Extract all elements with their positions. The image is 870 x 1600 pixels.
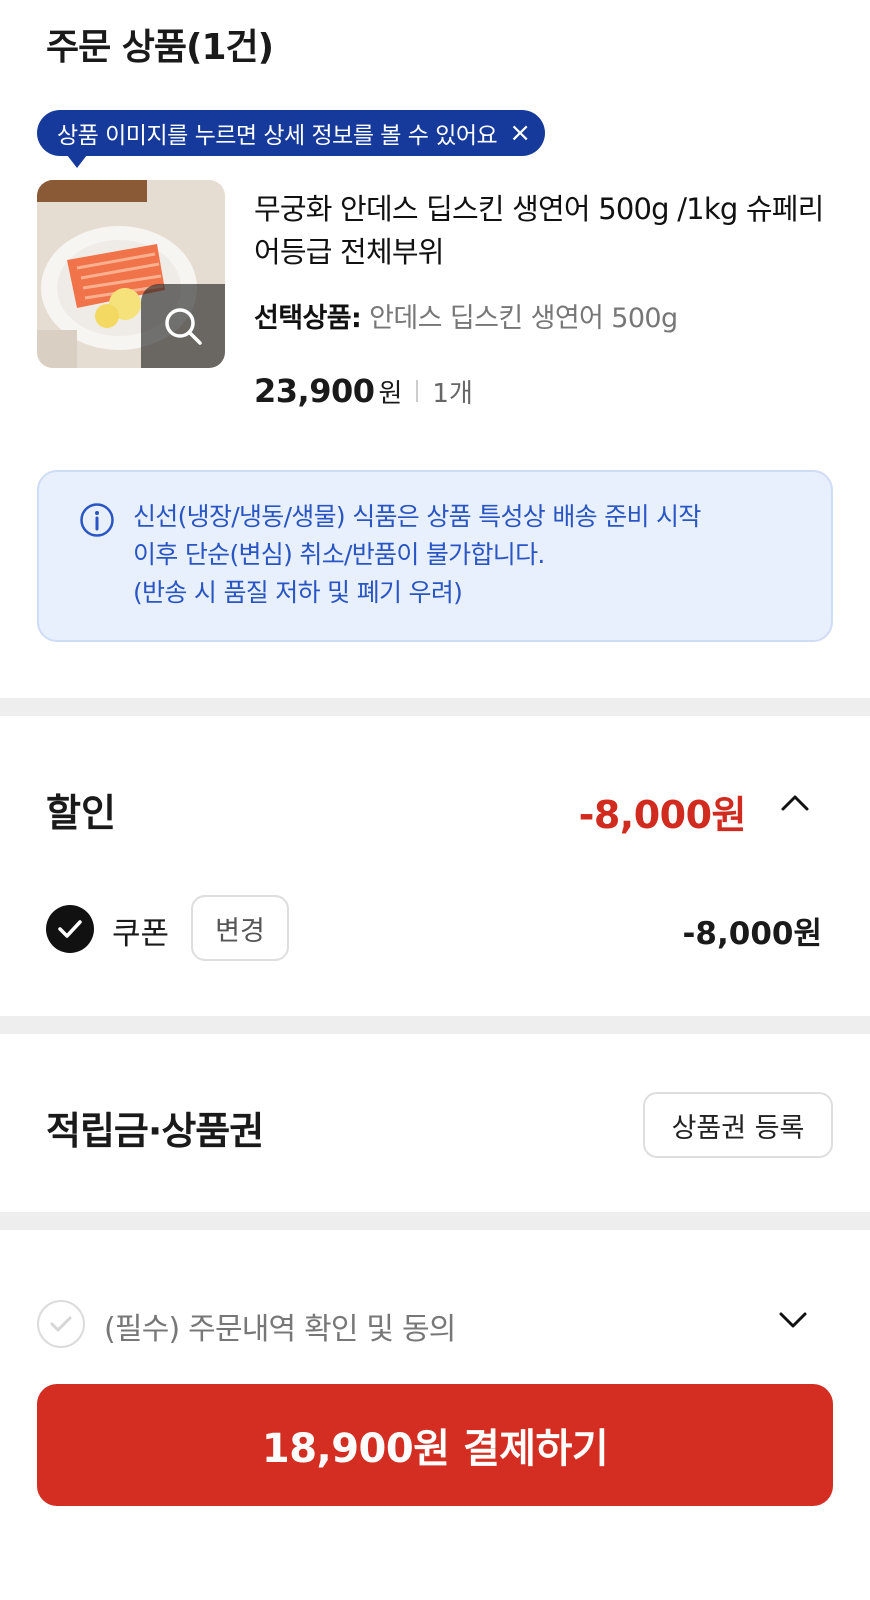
notice-line-3: (반송 시 품질 저하 및 폐기 우려) — [133, 578, 463, 607]
order-section-title: 주문 상품(1건) — [46, 27, 274, 68]
info-icon — [80, 503, 114, 537]
pay-button[interactable]: 18,900원 결제하기 — [37, 1384, 833, 1506]
register-voucher-button[interactable]: 상품권 등록 — [643, 1092, 833, 1158]
agreement-text[interactable]: (필수) 주문내역 확인 및 동의 — [104, 1304, 456, 1348]
image-hint-tooltip: 상품 이미지를 누르면 상세 정보를 볼 수 있어요 × — [37, 110, 545, 168]
section-divider — [0, 1212, 870, 1230]
discount-total: -8,000원 — [578, 793, 747, 837]
check-icon — [50, 1316, 72, 1332]
section-divider — [0, 1016, 870, 1034]
price-currency: 원 — [378, 379, 403, 409]
option-label: 선택상품: — [254, 303, 362, 334]
product-image[interactable] — [37, 180, 225, 368]
zoom-button[interactable] — [141, 284, 225, 368]
product-price: 23,900 — [254, 372, 375, 410]
tooltip-close-icon[interactable]: × — [509, 118, 531, 148]
product-quantity: 1개 — [432, 379, 473, 409]
price-separator — [416, 380, 419, 402]
discount-title: 할인 — [46, 791, 116, 835]
points-title: 적립금·상품권 — [46, 1109, 264, 1153]
section-divider — [0, 698, 870, 716]
selected-option: 선택상품: 안데스 딥스킨 생연어 500g — [254, 296, 678, 335]
tooltip-text: 상품 이미지를 누르면 상세 정보를 볼 수 있어요 — [57, 123, 498, 149]
coupon-amount: -8,000원 — [682, 916, 822, 952]
fresh-food-notice: 신선(냉장/냉동/생물) 식품은 상품 특성상 배송 준비 시작 이후 단순(변… — [37, 470, 833, 642]
magnifier-icon — [165, 308, 202, 345]
check-icon — [58, 920, 82, 938]
option-value: 안데스 딥스킨 생연어 500g — [369, 303, 678, 334]
change-coupon-button[interactable]: 변경 — [191, 895, 289, 961]
coupon-label: 쿠폰 — [112, 916, 170, 952]
notice-line-1: 신선(냉장/냉동/생물) 식품은 상품 특성상 배송 준비 시작 — [133, 502, 701, 531]
product-name[interactable]: 무궁화 안데스 딥스킨 생연어 500g /1kg 슈페리어등급 전체부위 — [254, 188, 834, 274]
notice-line-2: 이후 단순(변심) 취소/반품이 불가합니다. — [133, 540, 545, 569]
agreement-checkbox[interactable] — [37, 1300, 85, 1348]
coupon-checkbox[interactable] — [46, 905, 94, 953]
chevron-down-icon[interactable] — [778, 1310, 808, 1330]
notice-text: 신선(냉장/냉동/생물) 식품은 상품 특성상 배송 준비 시작 이후 단순(변… — [133, 498, 701, 612]
chevron-up-icon[interactable] — [780, 792, 810, 812]
price-row: 23,900 원 1개 — [254, 372, 473, 410]
